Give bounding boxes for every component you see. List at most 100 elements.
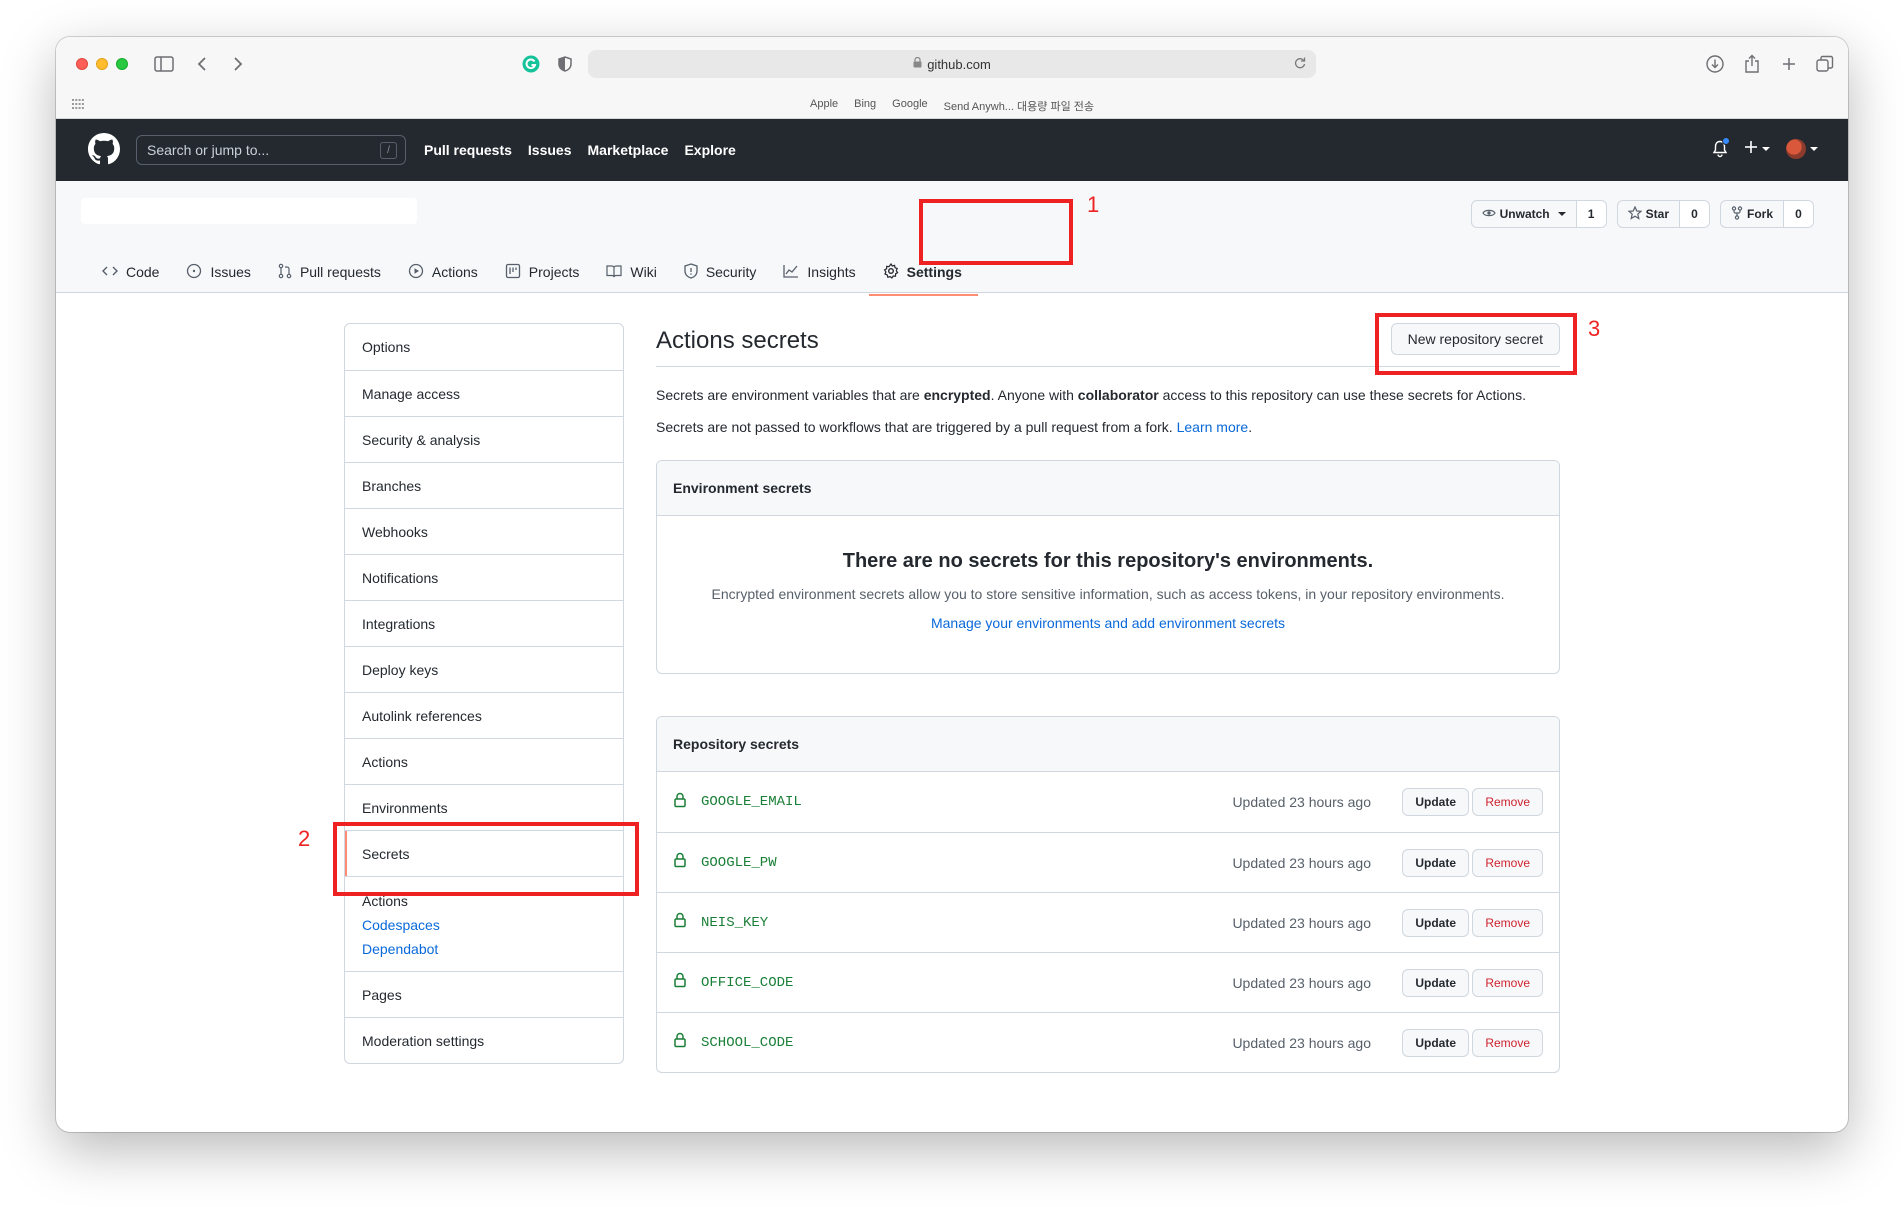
update-secret-button[interactable]: Update [1402,788,1469,816]
menu-item-security-analysis[interactable]: Security & analysis [345,416,623,462]
remove-secret-button[interactable]: Remove [1472,788,1543,816]
user-menu[interactable] [1786,139,1818,159]
tab-code[interactable]: Code [102,251,159,293]
github-logo-icon[interactable] [88,133,120,170]
secret-row: SCHOOL_CODE Updated 23 hours ago Update Rem… [657,1012,1559,1072]
update-secret-button[interactable]: Update [1402,1028,1469,1057]
favorite-google[interactable]: Google [892,98,927,114]
secret-name: NEIS_KEY [701,914,769,931]
settings-menu: Options Manage access Security & analysi… [344,323,624,1064]
update-secret-button[interactable]: Update [1402,968,1469,997]
menu-item-integrations[interactable]: Integrations [345,600,623,646]
tab-issues-label: Issues [210,264,251,280]
menu-item-deploy-keys[interactable]: Deploy keys [345,646,623,692]
issue-icon [186,263,202,282]
secret-updated: Updated 23 hours ago [1232,974,1371,991]
star-label: Star [1645,207,1669,221]
secret-updated: Updated 23 hours ago [1232,1034,1371,1051]
secrets-description: Secrets are environment variables that a… [656,385,1560,405]
bell-icon[interactable] [1712,137,1730,158]
search-shortcut-badge: / [380,142,397,159]
nav-explore[interactable]: Explore [684,142,735,158]
gear-icon [883,262,899,282]
tab-actions[interactable]: Actions [408,251,478,293]
eye-icon [1481,207,1496,221]
menu-item-manage-access[interactable]: Manage access [345,370,623,416]
annotation-box-new-secret [1375,313,1577,375]
zoom-window-button[interactable] [116,58,128,70]
favorite-apple[interactable]: Apple [810,98,838,114]
tab-pull-requests-label: Pull requests [299,264,381,280]
lock-icon [673,792,687,813]
submenu-codespaces[interactable]: Codespaces [362,913,606,937]
favorite-send-anywhere[interactable]: Send Anywh... 대용량 파일 전송 [944,98,1094,114]
tab-wiki[interactable]: Wiki [606,251,657,293]
favorite-bing[interactable]: Bing [854,98,876,114]
repo-tabs: Code Issues Pull requests Actions Projec… [102,251,979,296]
downloads-icon[interactable] [1706,51,1724,77]
remove-secret-button[interactable]: Remove [1472,968,1543,997]
grammarly-extension-icon[interactable] [522,51,540,77]
star-button[interactable]: Star [1618,201,1679,227]
menu-item-branches[interactable]: Branches [345,462,623,508]
lock-icon [913,56,922,71]
fork-icon [1731,205,1743,223]
tab-projects[interactable]: Projects [505,251,579,293]
tab-security[interactable]: Security [684,251,756,293]
nav-issues[interactable]: Issues [528,142,572,158]
update-secret-button[interactable]: Update [1402,908,1469,937]
chevron-down-icon [1557,212,1566,216]
submenu-dependabot[interactable]: Dependabot [362,937,606,961]
settings-menu-list: Options Manage access Security & analysi… [344,323,624,1064]
tab-pull-requests[interactable]: Pull requests [278,251,381,293]
share-icon[interactable] [1744,51,1760,77]
remove-secret-button[interactable]: Remove [1472,908,1543,937]
star-count[interactable]: 0 [1678,201,1709,227]
close-window-button[interactable] [76,58,88,70]
menu-item-autolink-references[interactable]: Autolink references [345,692,623,738]
remove-secret-button[interactable]: Remove [1472,1028,1543,1057]
avatar [1786,139,1806,159]
annotation-number-2: 2 [298,826,311,851]
tab-insights[interactable]: Insights [783,251,856,293]
reload-icon[interactable] [1294,56,1306,72]
menu-item-moderation-settings[interactable]: Moderation settings [345,1017,623,1063]
nav-pull-requests[interactable]: Pull requests [424,142,512,158]
unwatch-button[interactable]: Unwatch [1472,201,1576,227]
sidebar-toggle-icon[interactable] [154,51,174,77]
new-tab-icon[interactable] [1781,51,1797,77]
back-icon[interactable] [196,51,208,77]
search-input[interactable]: Search or jump to... / [136,135,406,165]
fork-button[interactable]: Fork [1721,201,1783,227]
watch-count[interactable]: 1 [1575,201,1606,227]
environment-secrets-empty-state: There are no secrets for this repository… [657,516,1559,673]
create-new-menu[interactable] [1744,140,1770,159]
tab-code-label: Code [126,264,160,280]
menu-item-notifications[interactable]: Notifications [345,554,623,600]
lock-icon [673,912,687,933]
menu-item-pages[interactable]: Pages [345,971,623,1017]
fork-note: Secrets are not passed to workflows that… [656,417,1560,437]
minimize-window-button[interactable] [96,58,108,70]
forward-icon[interactable] [232,51,244,77]
secret-row: GOOGLE_EMAIL Updated 23 hours ago Update Re… [657,772,1559,832]
learn-more-link[interactable]: Learn more [1177,419,1249,435]
repo-title-redacted [81,198,417,224]
menu-item-webhooks[interactable]: Webhooks [345,508,623,554]
tab-overview-icon[interactable] [1816,51,1834,77]
code-icon [102,264,118,280]
remove-secret-button[interactable]: Remove [1472,848,1543,877]
fork-count[interactable]: 0 [1783,201,1813,227]
manage-environments-link[interactable]: Manage your environments and add environ… [673,615,1543,631]
star-icon [1627,205,1643,223]
address-bar[interactable]: github.com [588,50,1316,78]
nav-marketplace[interactable]: Marketplace [588,142,669,158]
tab-issues[interactable]: Issues [186,251,251,293]
header-nav: Pull requests Issues Marketplace Explore [424,142,736,158]
watch-button-group: Unwatch 1 [1470,200,1607,228]
update-secret-button[interactable]: Update [1402,848,1469,877]
privacy-shield-icon[interactable] [558,51,572,77]
menu-item-actions[interactable]: Actions [345,738,623,784]
lock-icon [673,852,687,873]
menu-item-options[interactable]: Options [345,324,623,370]
